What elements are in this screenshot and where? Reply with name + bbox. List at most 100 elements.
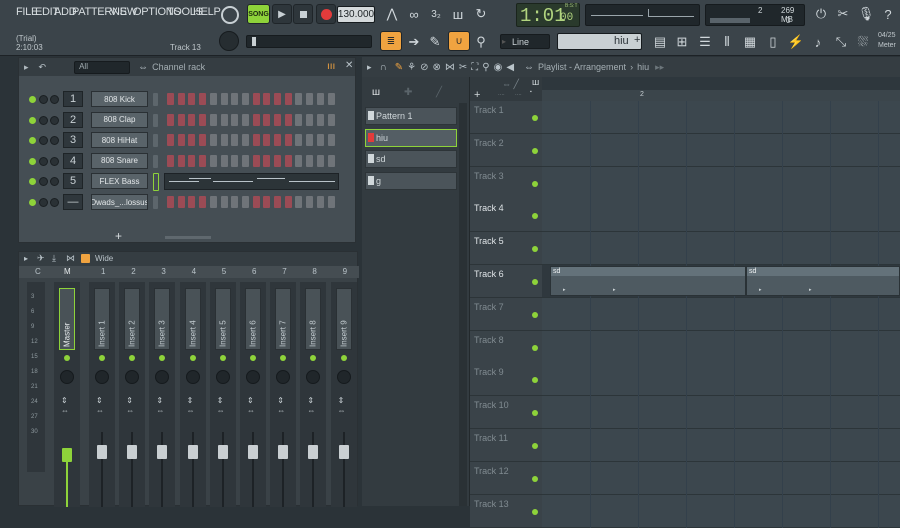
step-button[interactable] — [284, 134, 292, 147]
step-button[interactable] — [263, 154, 271, 167]
mixer-route-icon[interactable]: ⋈ — [66, 253, 75, 264]
mixer-tools-icon[interactable]: ✈ — [37, 253, 45, 264]
plugin-tools-icon[interactable]: ✂ — [833, 4, 853, 24]
volume-fader[interactable] — [308, 445, 319, 459]
strip-name[interactable]: Insert 5 — [214, 288, 231, 350]
picker-audio-icon[interactable]: ✚ — [404, 87, 412, 98]
track-mute-led[interactable] — [532, 180, 538, 187]
step-button[interactable] — [199, 134, 207, 147]
swap-channels-icon[interactable]: ⇔ — [217, 406, 225, 415]
strip-name[interactable]: Insert 9 — [335, 288, 352, 350]
cloud-icon[interactable]: ⛆ — [853, 32, 873, 52]
channel-pan-knob[interactable] — [39, 115, 48, 125]
track-lane[interactable] — [542, 330, 900, 364]
step-button[interactable] — [284, 196, 292, 208]
step-button[interactable] — [263, 134, 271, 147]
strip-name[interactable]: Insert 8 — [305, 288, 322, 350]
track-lane[interactable] — [542, 133, 900, 167]
strip-enable-led[interactable] — [219, 355, 226, 361]
pattern-item[interactable]: sd — [365, 150, 457, 168]
channel-select-indicator[interactable] — [153, 113, 158, 127]
insert-strip[interactable]: Insert 7 ⇕ ⇔ — [270, 282, 297, 507]
step-button[interactable] — [252, 113, 260, 126]
step-button[interactable] — [327, 196, 335, 208]
delete-tool-icon[interactable]: ⊘ — [420, 62, 428, 73]
insert-strip[interactable]: Insert 6 ⇕ ⇔ — [240, 282, 266, 507]
track-header[interactable]: Track 7 — [470, 297, 542, 331]
step-button[interactable] — [199, 154, 207, 167]
rack-scrollbar[interactable] — [165, 236, 211, 239]
step-button[interactable] — [295, 113, 303, 126]
step-button[interactable] — [295, 154, 303, 167]
stereo-separation-icon[interactable]: ⇕ — [126, 396, 133, 405]
speaker-icon[interactable]: ◀ — [506, 62, 514, 73]
track-mute-led[interactable] — [532, 475, 538, 482]
step-button[interactable] — [188, 196, 196, 208]
strip-name[interactable]: Insert 3 — [154, 288, 171, 350]
track-lane[interactable] — [542, 297, 900, 331]
stereo-separation-icon[interactable]: ⇕ — [96, 396, 103, 405]
insert-strip[interactable]: Insert 2 ⇕ ⇔ — [119, 282, 146, 507]
swap-channels-icon[interactable]: ⇔ — [247, 406, 255, 415]
track-header[interactable]: Track 4 — [470, 199, 542, 233]
channel-mixer-number[interactable]: 5 — [63, 173, 83, 190]
play-button[interactable]: ▶ — [272, 4, 292, 24]
menu-help[interactable]: HELP — [193, 6, 221, 18]
channel-select-indicator[interactable] — [153, 93, 158, 106]
strip-enable-led[interactable] — [99, 355, 105, 361]
stereo-separation-icon[interactable]: ⇕ — [247, 396, 254, 405]
track-header[interactable]: Track 12 — [470, 461, 542, 495]
insert-strip[interactable]: Insert 8 ⇕ ⇔ — [300, 282, 327, 507]
volume-fader[interactable] — [278, 445, 289, 459]
step-button[interactable] — [231, 134, 239, 147]
add-channel-button[interactable]: + — [115, 229, 122, 243]
step-button[interactable] — [188, 93, 196, 105]
strip-enable-led[interactable] — [189, 355, 196, 361]
channel-pan-knob[interactable] — [39, 156, 48, 166]
track-lane[interactable] — [542, 396, 900, 430]
step-button[interactable] — [306, 93, 314, 105]
strip-enable-led[interactable] — [250, 355, 256, 361]
channel-volume-knob[interactable] — [50, 198, 59, 207]
slice-tool-icon[interactable]: ✂ — [459, 62, 467, 73]
swap-channels-icon[interactable]: ⇔ — [277, 406, 285, 415]
step-button[interactable] — [252, 134, 260, 147]
strip-name[interactable]: Insert 6 — [245, 288, 261, 350]
step-button[interactable] — [167, 154, 174, 167]
zoom-tool-icon[interactable]: ⚲ — [482, 62, 489, 73]
channel-mute-led[interactable] — [29, 96, 36, 103]
step-button[interactable] — [177, 154, 185, 167]
power-icon[interactable]: ⏻ — [811, 4, 831, 24]
channel-volume-knob[interactable] — [50, 95, 59, 104]
playlist-window-button[interactable]: ≣ — [380, 31, 402, 51]
step-button[interactable] — [188, 134, 196, 147]
step-button[interactable] — [231, 196, 239, 208]
track-header[interactable]: Track 3 — [470, 166, 542, 200]
step-button[interactable] — [274, 196, 281, 208]
channel-volume-knob[interactable] — [50, 115, 59, 125]
step-button[interactable] — [231, 93, 239, 105]
step-button[interactable] — [241, 93, 249, 105]
step-button[interactable] — [167, 93, 174, 105]
track-mute-led[interactable] — [532, 508, 538, 515]
stereo-separation-icon[interactable]: ⇕ — [187, 396, 194, 405]
channel-select-indicator[interactable] — [153, 134, 158, 148]
channel-name-button[interactable]: 808 Snare — [91, 152, 148, 169]
channel-name-button[interactable]: 808 HiHat — [91, 132, 148, 149]
step-button[interactable] — [177, 113, 185, 126]
strip-pan-knob[interactable] — [185, 370, 200, 384]
swap-channels-icon[interactable]: ⇔ — [126, 406, 134, 415]
step-button[interactable] — [306, 134, 314, 147]
step-button[interactable] — [241, 134, 249, 147]
swap-channels-icon[interactable]: ⇔ — [61, 406, 69, 415]
step-button[interactable] — [263, 196, 271, 208]
channel-select-indicator[interactable] — [153, 196, 158, 209]
step-button[interactable] — [188, 113, 196, 126]
mute-tool-icon[interactable]: ⊗ — [432, 62, 440, 73]
stop-button[interactable] — [293, 4, 313, 24]
channel-mixer-number[interactable]: 2 — [63, 111, 83, 128]
mixer-icon[interactable]: ⫴ — [717, 32, 737, 52]
step-button[interactable] — [177, 93, 185, 105]
step-button[interactable] — [209, 154, 217, 167]
slip-tool-icon[interactable]: ⋈ — [445, 62, 455, 73]
